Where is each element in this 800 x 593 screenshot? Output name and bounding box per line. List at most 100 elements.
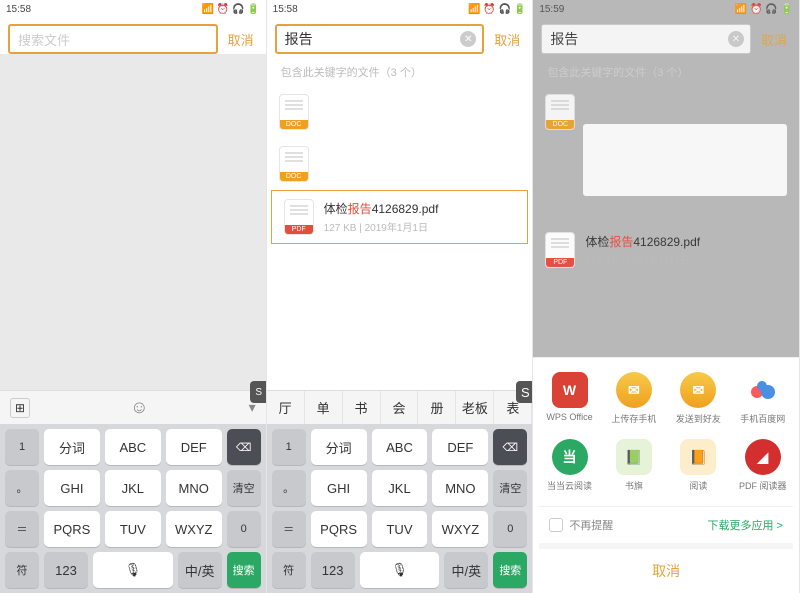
key-side-2[interactable]: 。 [5, 470, 39, 506]
key-side-3[interactable]: ＝ [5, 511, 39, 547]
search-input[interactable]: 报告 ✕ [275, 24, 485, 54]
pdf-icon: PDF [284, 199, 314, 235]
suggest-item[interactable]: 单 [305, 391, 343, 424]
emoji-icon[interactable]: ☺ [130, 397, 148, 418]
app-dangdang[interactable]: 当 当当云阅读 [540, 439, 600, 492]
key-lang[interactable]: 中/英 [178, 552, 222, 588]
file-item[interactable]: DOC [267, 138, 533, 190]
suggest-item[interactable]: 老板 [456, 391, 494, 424]
key-symbol[interactable]: 符 [5, 552, 39, 588]
search-input[interactable]: 报告 ✕ [541, 24, 751, 54]
keyboard-grid: 1 分词 ABC DEF ⌫ 。 GHI JKL MNO 清空 ＝ PQRS T… [0, 424, 266, 593]
key-backspace[interactable]: ⌫ [227, 429, 261, 465]
status-time: 15:58 [6, 4, 31, 15]
key-mic[interactable]: 🎙 [360, 552, 440, 588]
key-side-1[interactable]: 1 [272, 429, 306, 465]
keyboard-menu-icon[interactable]: ⊞ [10, 398, 30, 418]
app-pdfreader[interactable]: ◢ PDF 阅读器 [733, 439, 793, 492]
key-tuv[interactable]: TUV [105, 511, 161, 547]
app-baiduyun[interactable]: 手机百度网 [733, 372, 793, 425]
key-jkl[interactable]: JKL [105, 470, 161, 506]
key-tuv[interactable]: TUV [372, 511, 428, 547]
status-time: 15:59 [539, 4, 564, 15]
key-wxyz[interactable]: WXYZ [166, 511, 222, 547]
cancel-button[interactable]: 取消 [224, 26, 258, 53]
sheet-footer: 不再提醒 下载更多应用 > [539, 506, 793, 543]
status-icons: 📶 ⏰ 🎧 🔋 [735, 4, 793, 15]
more-apps-link[interactable]: 下载更多应用 > [707, 517, 782, 533]
key-ghi[interactable]: GHI [311, 470, 367, 506]
key-fenci[interactable]: 分词 [44, 429, 100, 465]
key-def[interactable]: DEF [432, 429, 488, 465]
checkbox-icon [549, 518, 563, 532]
file-icon: DOC [279, 94, 309, 130]
sheet-cancel-button[interactable]: 取消 [539, 543, 793, 593]
search-placeholder: 搜索文件 [18, 30, 70, 49]
cancel-button[interactable]: 取消 [757, 26, 791, 53]
key-backspace[interactable]: ⌫ [493, 429, 527, 465]
clear-icon[interactable]: ✕ [460, 31, 476, 47]
key-jkl[interactable]: JKL [372, 470, 428, 506]
key-symbol[interactable]: 符 [272, 552, 306, 588]
file-name: 体检报告4126829.pdf [324, 200, 516, 217]
key-123[interactable]: 123 [311, 552, 355, 588]
app-wps[interactable]: W WPS Office [540, 372, 600, 425]
search-header: 报告 ✕ 取消 [533, 18, 799, 60]
key-abc[interactable]: ABC [372, 429, 428, 465]
key-mno[interactable]: MNO [432, 470, 488, 506]
file-sub: 127 KB | 2019年1月1日 [585, 252, 787, 267]
key-fenci[interactable]: 分词 [311, 429, 367, 465]
key-search[interactable]: 搜索 [227, 552, 261, 588]
search-value: 报告 [550, 29, 578, 49]
keyboard-grid: 1 分词 ABC DEF ⌫ 。 GHI JKL MNO 清空 ＝ PQRS T… [267, 424, 533, 593]
app-sendwx[interactable]: ✉ 发送到好友 [668, 372, 728, 425]
key-ghi[interactable]: GHI [44, 470, 100, 506]
keyboard: ⊞ ☺ ▾ S 1 分词 ABC DEF ⌫ 。 GHI JKL MNO 清空 … [0, 390, 266, 593]
file-icon: DOC [545, 94, 575, 130]
key-abc[interactable]: ABC [105, 429, 161, 465]
file-item[interactable]: DOC [267, 86, 533, 138]
key-zero[interactable]: 0 [493, 511, 527, 547]
status-bar: 15:59 📶 ⏰ 🎧 🔋 [533, 0, 799, 18]
file-item-highlighted[interactable]: PDF 体检报告4126829.pdf 127 KB | 2019年1月1日 [271, 190, 529, 244]
suggest-item[interactable]: 册 [418, 391, 456, 424]
screen-1-search-empty: 15:58 📶 ⏰ 🎧 🔋 搜索文件 取消 ⊞ ☺ ▾ S 1 分词 ABC D… [0, 0, 267, 593]
key-pqrs[interactable]: PQRS [311, 511, 367, 547]
key-123[interactable]: 123 [44, 552, 88, 588]
key-mic[interactable]: 🎙 [93, 552, 173, 588]
kb-side-badge[interactable]: S [516, 381, 533, 403]
cloud-icon [745, 372, 781, 408]
status-time: 15:58 [273, 4, 298, 15]
key-side-1[interactable]: 1 [5, 429, 39, 465]
suggest-item[interactable]: 会 [381, 391, 419, 424]
key-clear[interactable]: 清空 [227, 470, 261, 506]
kb-side-badge[interactable]: S [250, 381, 267, 403]
adobe-icon: ◢ [745, 439, 781, 475]
key-lang[interactable]: 中/英 [444, 552, 488, 588]
file-name: 体检报告4126829.pdf [585, 233, 787, 250]
key-side-2[interactable]: 。 [272, 470, 306, 506]
search-input[interactable]: 搜索文件 [8, 24, 218, 54]
app-reader[interactable]: 📙 阅读 [668, 439, 728, 492]
status-bar: 15:58 📶 ⏰ 🎧 🔋 [267, 0, 533, 18]
clear-icon[interactable]: ✕ [728, 31, 744, 47]
key-zero[interactable]: 0 [227, 511, 261, 547]
key-search[interactable]: 搜索 [493, 552, 527, 588]
app-upload[interactable]: ✉ 上传存手机 [604, 372, 664, 425]
suggest-item[interactable]: 厅 [267, 391, 305, 424]
screen-3-share-sheet: 15:59 📶 ⏰ 🎧 🔋 报告 ✕ 取消 包含此关键字的文件（3 个） DOC… [533, 0, 800, 593]
key-clear[interactable]: 清空 [493, 470, 527, 506]
key-def[interactable]: DEF [166, 429, 222, 465]
no-remind-checkbox[interactable]: 不再提醒 [549, 517, 613, 533]
cancel-button[interactable]: 取消 [490, 26, 524, 53]
status-icons: 📶 ⏰ 🎧 🔋 [202, 4, 260, 15]
key-wxyz[interactable]: WXYZ [432, 511, 488, 547]
keyboard: 厅 单 书 会 册 老板 表 S 1 分词 ABC DEF ⌫ 。 GHI JK… [267, 390, 533, 593]
key-pqrs[interactable]: PQRS [44, 511, 100, 547]
key-side-3[interactable]: ＝ [272, 511, 306, 547]
app-shuqi[interactable]: 📗 书旗 [604, 439, 664, 492]
key-mno[interactable]: MNO [166, 470, 222, 506]
keyboard-suggestions: 厅 单 书 会 册 老板 表 S [267, 390, 533, 424]
suggest-item[interactable]: 书 [343, 391, 381, 424]
file-item: PDF 体检报告4126829.pdf 127 KB | 2019年1月1日 [533, 224, 799, 276]
